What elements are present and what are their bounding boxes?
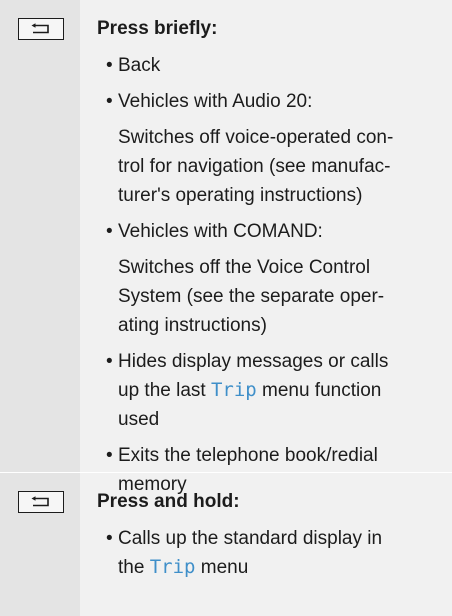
bullet: • bbox=[106, 221, 113, 242]
item-text: up the last Trip menu function bbox=[118, 376, 448, 405]
item-text-part: menu function bbox=[256, 380, 382, 401]
list-item: • Vehicles with COMAND: Switches off the… bbox=[106, 217, 448, 340]
item-text: Back bbox=[118, 55, 161, 76]
press-briefly-list: • Back • Vehicles with Audio 20: Switche… bbox=[97, 51, 452, 499]
item-text-part: the bbox=[118, 557, 150, 578]
item-text-part: up the last bbox=[118, 380, 211, 401]
bullet: • bbox=[106, 55, 113, 76]
list-item: • Hides display messages or calls up the… bbox=[106, 347, 448, 434]
item-text: memory bbox=[118, 474, 187, 495]
item-text: Hides display messages or calls bbox=[118, 351, 389, 372]
table-row-press-briefly: Press briefly: • Back • Vehicles with Au… bbox=[0, 0, 452, 495]
item-text: turer's operating instructions) bbox=[118, 185, 363, 206]
description-cell: Press briefly: • Back • Vehicles with Au… bbox=[80, 0, 452, 495]
bullet: • bbox=[106, 351, 113, 372]
item-text: System (see the separate oper- bbox=[118, 286, 385, 307]
trip-keyword: Trip bbox=[210, 379, 257, 401]
item-text: the Trip menu bbox=[118, 553, 448, 582]
trip-keyword: Trip bbox=[149, 556, 196, 578]
item-text: Switches off voice-operated con- bbox=[118, 127, 394, 148]
back-key-icon bbox=[18, 18, 64, 40]
item-text: Vehicles with Audio 20: bbox=[118, 91, 313, 112]
icon-cell bbox=[0, 472, 80, 616]
list-item: • Back bbox=[106, 51, 448, 80]
item-text-part: menu bbox=[195, 557, 249, 578]
bullet: • bbox=[106, 445, 113, 466]
item-text: trol for navigation (see manufac- bbox=[118, 156, 391, 177]
list-item: • Exits the telephone book/redial memory bbox=[106, 441, 448, 499]
icon-cell bbox=[0, 0, 80, 472]
back-key-icon bbox=[18, 491, 64, 513]
press-briefly-heading: Press briefly: bbox=[97, 18, 218, 39]
item-text: used bbox=[118, 409, 160, 430]
item-text: ating instructions) bbox=[118, 315, 267, 336]
bullet: • bbox=[106, 91, 113, 112]
item-text: Switches off the Voice Control bbox=[118, 257, 371, 278]
instruction-table: Press briefly: • Back • Vehicles with Au… bbox=[0, 0, 452, 616]
item-text: Vehicles with COMAND: bbox=[118, 221, 323, 242]
item-text: Calls up the standard display in bbox=[118, 528, 383, 549]
list-item: • Vehicles with Audio 20: Switches off v… bbox=[106, 87, 448, 210]
list-item: • Calls up the standard display in the T… bbox=[106, 524, 448, 582]
press-and-hold-list: • Calls up the standard display in the T… bbox=[97, 524, 452, 582]
bullet: • bbox=[106, 528, 113, 549]
item-text: Exits the telephone book/redial bbox=[118, 445, 378, 466]
